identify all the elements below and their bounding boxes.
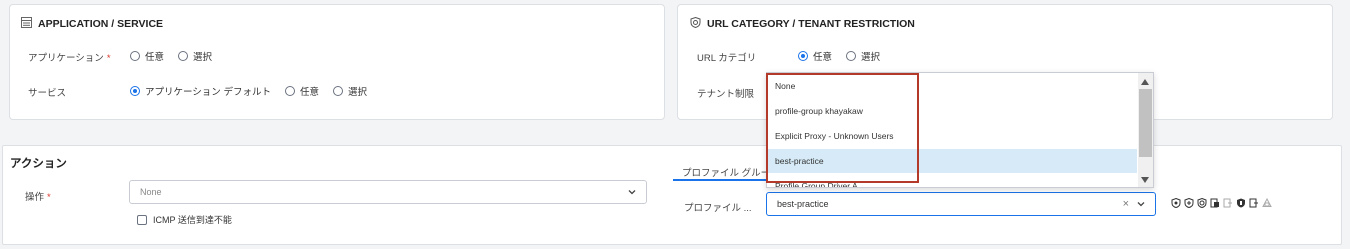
operation-label: 操作 * bbox=[25, 192, 51, 203]
service-app-default-radio[interactable]: アプリケーション デフォルト bbox=[130, 84, 271, 98]
scroll-thumb[interactable] bbox=[1139, 89, 1152, 157]
url-category-label: URL カテゴリ bbox=[697, 53, 757, 64]
application-service-title: APPLICATION / SERVICE bbox=[38, 18, 164, 30]
application-select-radio[interactable]: 選択 bbox=[178, 49, 212, 63]
profile-value: best-practice bbox=[777, 199, 829, 209]
service-select-radio[interactable]: 選択 bbox=[332, 84, 367, 98]
vulnerability-icon bbox=[1197, 198, 1207, 208]
application-radio-group: 任意 選択 bbox=[130, 49, 212, 63]
icmp-unreachable-label: ICMP 送信到達不能 bbox=[153, 215, 232, 225]
profile-select[interactable]: best-practice × bbox=[766, 192, 1156, 216]
action-title: アクション bbox=[10, 158, 67, 170]
scroll-up-icon[interactable] bbox=[1141, 77, 1149, 88]
highlight-box bbox=[766, 73, 919, 183]
url-filtering-icon bbox=[1210, 198, 1220, 208]
operation-select[interactable]: None bbox=[129, 180, 647, 204]
dns-security-icon bbox=[1249, 198, 1259, 208]
application-label: アプリケーション * bbox=[28, 53, 111, 64]
antivirus-icon bbox=[1171, 198, 1181, 208]
service-label: サービス bbox=[28, 88, 67, 99]
file-blocking-icon bbox=[1223, 198, 1233, 208]
data-filtering-icon bbox=[1262, 198, 1272, 208]
chevron-down-icon bbox=[628, 188, 636, 196]
required-mark: * bbox=[47, 192, 51, 203]
profile-icons bbox=[1171, 198, 1272, 208]
wildfire-icon bbox=[1236, 198, 1246, 208]
tenant-restriction-label: テナント制限 bbox=[697, 89, 755, 100]
tab-active-underline bbox=[673, 179, 771, 181]
profile-label: プロファイル ... bbox=[684, 203, 752, 214]
service-radio-group: アプリケーション デフォルト 任意 選択 bbox=[130, 84, 367, 98]
scroll-down-icon[interactable] bbox=[1141, 175, 1149, 186]
application-service-card: APPLICATION / SERVICE アプリケーション * 任意 選択 サー… bbox=[9, 4, 665, 120]
anti-spyware-icon bbox=[1184, 198, 1194, 208]
dropdown-scrollbar[interactable] bbox=[1138, 73, 1153, 187]
application-service-header: APPLICATION / SERVICE bbox=[21, 17, 163, 31]
tab-profile-group[interactable]: プロファイル グルー bbox=[682, 165, 770, 179]
application-any-radio[interactable]: 任意 bbox=[130, 49, 164, 63]
chevron-down-icon[interactable] bbox=[1137, 200, 1145, 208]
url-category-radio-group: 任意 選択 bbox=[798, 49, 880, 63]
checkbox-box[interactable] bbox=[137, 214, 147, 225]
service-any-radio[interactable]: 任意 bbox=[284, 84, 319, 98]
shield-globe-icon bbox=[690, 16, 701, 31]
icmp-unreachable-checkbox[interactable]: ICMP 送信到達不能 bbox=[137, 213, 232, 226]
url-select-radio[interactable]: 選択 bbox=[846, 49, 880, 63]
url-category-header: URL CATEGORY / TENANT RESTRICTION bbox=[690, 16, 915, 31]
operation-value: None bbox=[140, 187, 162, 197]
table-icon bbox=[21, 17, 32, 31]
required-mark: * bbox=[106, 53, 111, 64]
url-any-radio[interactable]: 任意 bbox=[798, 49, 832, 63]
clear-icon[interactable]: × bbox=[1123, 198, 1129, 210]
url-category-title: URL CATEGORY / TENANT RESTRICTION bbox=[707, 18, 915, 30]
